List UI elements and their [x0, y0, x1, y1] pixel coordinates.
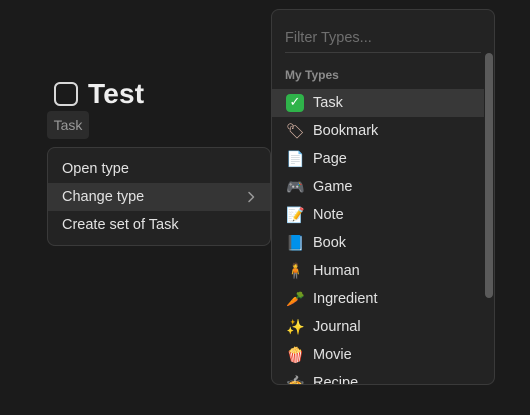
- gamepad-icon: 🎮: [286, 178, 305, 196]
- type-item-label: Movie: [313, 347, 352, 363]
- type-item-ingredient[interactable]: 🥕 Ingredient: [272, 285, 484, 313]
- menu-item-label: Open type: [62, 161, 129, 177]
- type-list: ✓ Task 🏷 Bookmark 📄 Page 🎮 Game 📝 Note 📘: [272, 89, 484, 385]
- type-item-movie[interactable]: 🍿 Movie: [272, 341, 484, 369]
- check-box-icon: ✓: [286, 94, 304, 112]
- scrollbar[interactable]: [484, 53, 494, 298]
- memo-icon: 📝: [286, 206, 305, 224]
- book-icon: 📘: [286, 234, 305, 252]
- sparkles-icon: ✨: [286, 318, 305, 336]
- type-item-bookmark[interactable]: 🏷 Bookmark: [272, 117, 484, 145]
- type-item-human[interactable]: 🧍 Human: [272, 257, 484, 285]
- type-item-game[interactable]: 🎮 Game: [272, 173, 484, 201]
- pot-icon: 🍲: [286, 374, 305, 385]
- type-item-label: Page: [313, 151, 347, 167]
- type-item-label: Note: [313, 207, 344, 223]
- type-item-note[interactable]: 📝 Note: [272, 201, 484, 229]
- app-canvas: Test Task Open type Change type Create s…: [0, 0, 530, 415]
- menu-item-change-type[interactable]: Change type: [48, 183, 270, 211]
- type-item-journal[interactable]: ✨ Journal: [272, 313, 484, 341]
- bookmark-tag-icon: 🏷: [286, 122, 306, 140]
- page-icon: 📄: [286, 150, 305, 168]
- menu-item-create-set[interactable]: Create set of Task: [48, 211, 270, 239]
- menu-item-open-type[interactable]: Open type: [48, 155, 270, 183]
- type-item-label: Ingredient: [313, 291, 378, 307]
- type-item-label: Journal: [313, 319, 361, 335]
- object-type-chip[interactable]: Task: [47, 111, 89, 139]
- menu-item-label: Create set of Task: [62, 217, 179, 233]
- scrollbar-thumb[interactable]: [485, 53, 493, 298]
- popcorn-icon: 🍿: [286, 346, 305, 364]
- menu-item-label: Change type: [62, 189, 145, 205]
- done-checkbox[interactable]: [54, 82, 78, 106]
- type-item-label: Task: [313, 95, 343, 111]
- type-item-label: Game: [313, 179, 353, 195]
- type-item-page[interactable]: 📄 Page: [272, 145, 484, 173]
- object-header: Test: [54, 78, 144, 110]
- type-picker-popup: My Types ✓ Task 🏷 Bookmark 📄 Page 🎮 Game…: [271, 9, 495, 385]
- type-item-label: Recipe: [313, 375, 359, 385]
- type-context-menu: Open type Change type Create set of Task: [47, 147, 271, 246]
- type-item-label: Book: [313, 235, 347, 251]
- type-item-book[interactable]: 📘 Book: [272, 229, 484, 257]
- carrot-icon: 🥕: [286, 290, 305, 308]
- object-title[interactable]: Test: [88, 78, 144, 110]
- chevron-right-icon: [248, 191, 255, 203]
- section-label-my-types: My Types: [285, 68, 339, 82]
- divider: [285, 52, 481, 53]
- filter-types-input[interactable]: [285, 23, 481, 53]
- type-item-recipe[interactable]: 🍲 Recipe: [272, 369, 484, 385]
- type-item-task[interactable]: ✓ Task: [272, 89, 484, 117]
- type-item-label: Bookmark: [313, 123, 379, 139]
- type-item-label: Human: [313, 263, 360, 279]
- person-icon: 🧍: [286, 262, 305, 280]
